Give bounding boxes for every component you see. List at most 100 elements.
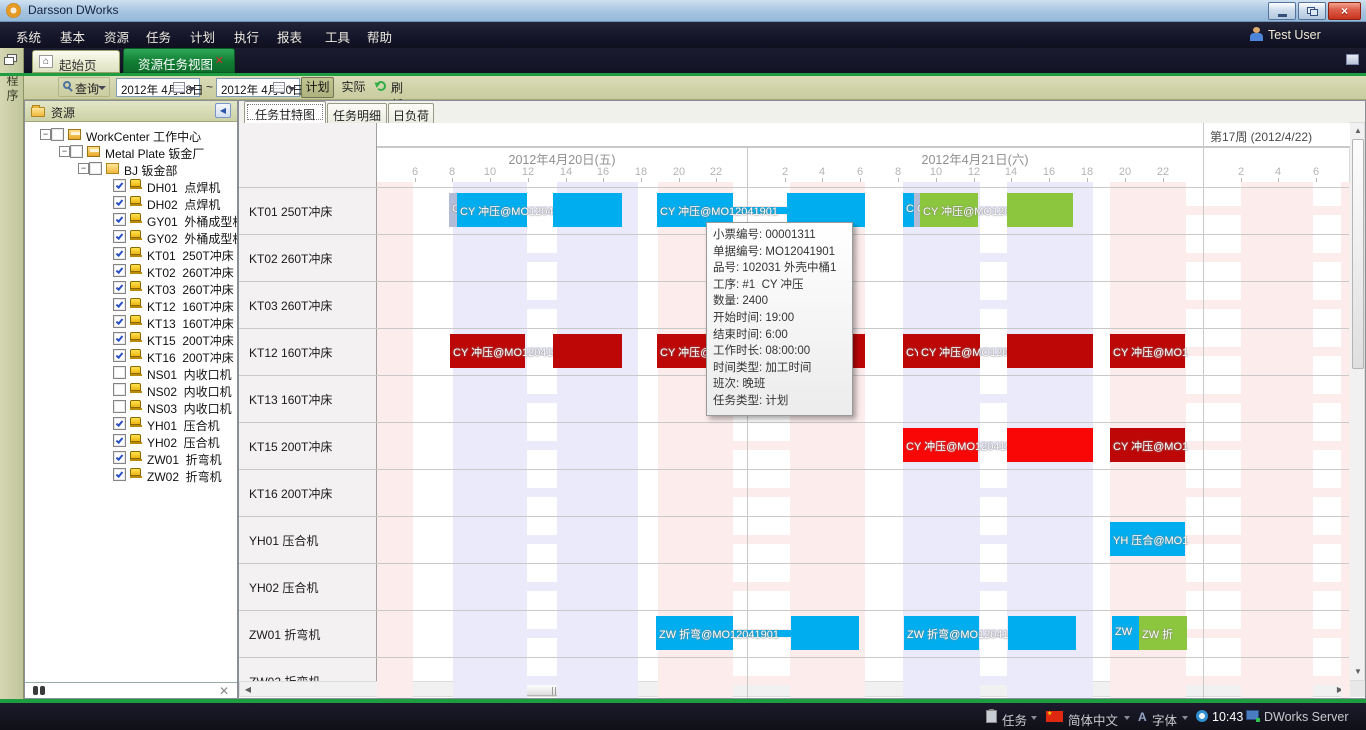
tree-item[interactable]: KT12 160T冲床 <box>25 296 237 313</box>
menu-item-4[interactable]: 任务 <box>146 27 171 46</box>
gantt-task-bar[interactable]: CY 冲 <box>903 334 918 368</box>
tree-checkbox[interactable] <box>113 230 126 243</box>
tab-task-gantt[interactable]: 任务甘特图 <box>244 101 326 123</box>
gantt-row-label[interactable]: YH02 压合机 <box>239 563 376 610</box>
tree-checkbox[interactable] <box>113 383 126 396</box>
tree-item[interactable]: KT16 200T冲床 <box>25 347 237 364</box>
gantt-task-bar[interactable] <box>553 193 622 227</box>
gantt-row-label[interactable]: KT01 250T冲床 <box>239 187 376 234</box>
gantt-task-bar[interactable]: CY 冲压@MO12041904 <box>450 334 525 368</box>
program-side-strip[interactable]: 程序 <box>0 48 24 699</box>
tree-item[interactable]: ZW01 折弯机 <box>25 449 237 466</box>
tree-item[interactable]: YH01 压合机 <box>25 415 237 432</box>
tree-checkbox[interactable] <box>113 434 126 447</box>
status-language-menu[interactable]: 简体中文 <box>1068 710 1118 729</box>
tree-item[interactable]: GY02 外桶成型机 <box>25 228 237 245</box>
menu-item-9[interactable]: 帮助 <box>367 27 392 46</box>
tree-expander-icon[interactable]: − <box>59 146 70 157</box>
tab-start-page[interactable]: ⌂ 起始页 <box>32 50 120 73</box>
gantt-task-bar[interactable] <box>1007 334 1093 368</box>
gantt-task-bar[interactable] <box>791 616 859 650</box>
menu-item-3[interactable]: 资源 <box>104 27 129 46</box>
gantt-task-bar[interactable]: CY 冲压@MO1 <box>1110 334 1185 368</box>
tree-item[interactable]: −Metal Plate 钣金厂 <box>25 143 237 160</box>
gantt-task-bar[interactable]: CY 冲压@MO1 <box>1110 428 1185 462</box>
status-task-menu[interactable]: 任务 <box>1002 710 1027 729</box>
tree-checkbox[interactable] <box>51 128 64 141</box>
menu-item-7[interactable]: 报表 <box>277 27 302 46</box>
tab-list-icon[interactable] <box>1346 54 1359 65</box>
tree-item[interactable]: NS03 内收口机 <box>25 398 237 415</box>
gantt-row-label[interactable]: KT13 160T冲床 <box>239 375 376 422</box>
plan-toggle-button[interactable]: 计划 <box>301 77 334 98</box>
gantt-task-bar[interactable] <box>1007 428 1093 462</box>
tree-item[interactable]: KT03 260T冲床 <box>25 279 237 296</box>
tree-checkbox[interactable] <box>113 281 126 294</box>
tree-item[interactable]: KT02 260T冲床 <box>25 262 237 279</box>
gantt-row-label[interactable]: KT03 260T冲床 <box>239 281 376 328</box>
query-button[interactable]: 查询 <box>58 77 110 97</box>
gantt-task-bar[interactable] <box>1008 616 1076 650</box>
tree-expander-icon[interactable]: − <box>40 129 51 140</box>
gantt-row-label[interactable]: KT02 260T冲床 <box>239 234 376 281</box>
tree-checkbox[interactable] <box>113 315 126 328</box>
tree-item[interactable]: DH02 点焊机 <box>25 194 237 211</box>
vertical-scroll-thumb[interactable] <box>1352 139 1364 369</box>
tab-resource-task-view[interactable]: 资源任务视图 ✕ <box>123 48 235 73</box>
tree-checkbox[interactable] <box>113 264 126 277</box>
gantt-task-bar[interactable]: CY 冲压@MO12041903 <box>903 428 978 462</box>
actual-toggle-button[interactable]: 实际 <box>337 77 370 98</box>
tree-checkbox[interactable] <box>113 468 126 481</box>
clear-filter-icon[interactable]: ✕ <box>219 684 229 698</box>
menu-item-2[interactable]: 基本 <box>60 27 85 46</box>
menu-item-6[interactable]: 执行 <box>234 27 259 46</box>
tree-item[interactable]: ZW02 折弯机 <box>25 466 237 483</box>
menu-item-1[interactable]: 系统 <box>16 27 41 46</box>
tree-item[interactable]: KT15 200T冲床 <box>25 330 237 347</box>
tree-checkbox[interactable] <box>113 247 126 260</box>
gantt-task-bar[interactable]: C <box>903 193 914 227</box>
gantt-task-bar[interactable] <box>553 334 622 368</box>
close-button[interactable]: × <box>1328 2 1361 20</box>
gantt-task-bar[interactable]: C <box>449 193 457 227</box>
tree-item[interactable]: −WorkCenter 工作中心 <box>25 126 237 143</box>
gantt-task-bar[interactable]: CY 冲压@MO12041901 <box>457 193 527 227</box>
gantt-task-bar[interactable]: ZW <box>1112 616 1139 650</box>
tree-checkbox[interactable] <box>113 400 126 413</box>
tree-item[interactable]: NS02 内收口机 <box>25 381 237 398</box>
vertical-scrollbar[interactable]: ▲ ▼ <box>1349 122 1365 681</box>
scroll-down-icon[interactable]: ▼ <box>1350 664 1366 680</box>
tree-checkbox[interactable] <box>113 332 126 345</box>
gantt-row-label[interactable]: YH01 压合机 <box>239 516 376 563</box>
gantt-row-label[interactable]: KT12 160T冲床 <box>239 328 376 375</box>
gantt-task-bar[interactable]: ZW 折弯@MO12041901 <box>904 616 979 650</box>
tree-checkbox[interactable] <box>70 145 83 158</box>
gantt-row-label[interactable]: ZW01 折弯机 <box>239 610 376 657</box>
menu-item-5[interactable]: 计划 <box>190 27 215 46</box>
tree-checkbox[interactable] <box>113 451 126 464</box>
scroll-up-icon[interactable]: ▲ <box>1350 123 1366 139</box>
tree-item[interactable]: −BJ 钣金部 <box>25 160 237 177</box>
tree-checkbox[interactable] <box>113 179 126 192</box>
gantt-task-bar[interactable]: ZW 折 <box>1139 616 1187 650</box>
collapse-panel-button[interactable]: ◀ <box>215 103 231 118</box>
status-font-menu[interactable]: 字体 <box>1152 710 1177 729</box>
gantt-row-label[interactable]: KT16 200T冲床 <box>239 469 376 516</box>
tree-checkbox[interactable] <box>89 162 102 175</box>
tree-item[interactable]: KT13 160T冲床 <box>25 313 237 330</box>
tree-filter-bar[interactable]: ✕ <box>25 682 237 698</box>
gantt-task-bar[interactable]: YH 压合@MO1 <box>1110 522 1185 556</box>
tree-expander-icon[interactable]: − <box>78 163 89 174</box>
tree-checkbox[interactable] <box>113 298 126 311</box>
tree-checkbox[interactable] <box>113 349 126 362</box>
tree-item[interactable]: YH02 压合机 <box>25 432 237 449</box>
tab-close-icon[interactable]: ✕ <box>215 54 224 67</box>
tree-item[interactable]: KT01 250T冲床 <box>25 245 237 262</box>
date-from-input[interactable]: 2012年 4月18日 <box>116 78 200 97</box>
tree-checkbox[interactable] <box>113 417 126 430</box>
scroll-left-icon[interactable]: ◀ <box>240 682 256 698</box>
tree-item[interactable]: NS01 内收口机 <box>25 364 237 381</box>
gantt-task-bar[interactable]: CY 冲压@MO12041904 <box>918 334 980 368</box>
tree-item[interactable]: DH01 点焊机 <box>25 177 237 194</box>
gantt-task-bar[interactable] <box>1007 193 1073 227</box>
